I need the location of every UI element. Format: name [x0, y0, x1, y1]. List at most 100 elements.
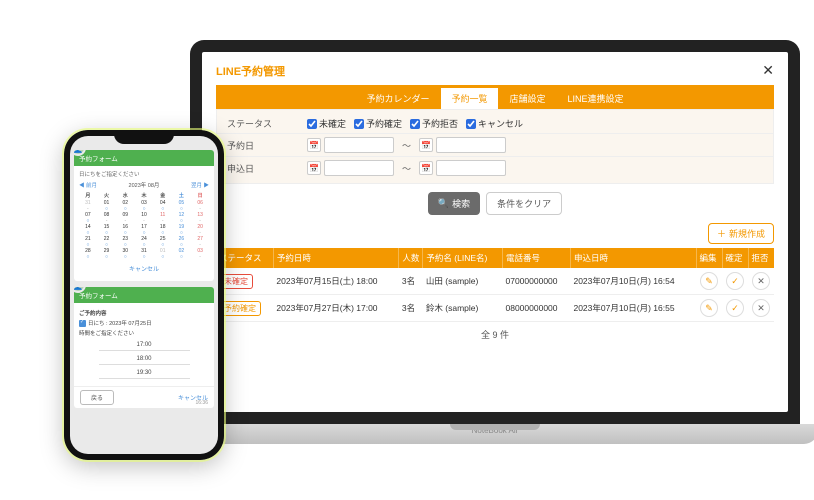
calendar-day[interactable]: 24○ — [135, 237, 153, 248]
dow-header: 月 — [79, 191, 97, 200]
laptop-bezel: LINE予約管理 ✕ 予約カレンダー予約一覧店舗設定LINE連携設定 ステータス… — [190, 40, 800, 424]
card-title: 予約フォーム — [74, 287, 214, 303]
time-label: 時間をご指定ください — [79, 329, 209, 337]
section-label: ご予約内容 — [79, 309, 209, 317]
calendar-day[interactable]: 19○ — [173, 225, 191, 236]
col-header: 予約日時 — [273, 248, 399, 268]
calendar-day[interactable]: 25○ — [154, 237, 172, 248]
calendar-day[interactable]: 01○ — [98, 201, 116, 212]
time-option[interactable]: 18:00 — [99, 354, 190, 365]
cell-applied: 2023年07月10日(月) 16:54 — [570, 268, 696, 295]
new-button[interactable]: ＋新規作成 — [708, 223, 774, 244]
reject-icon[interactable]: ✕ — [752, 299, 770, 317]
confirm-icon[interactable]: ✓ — [726, 272, 744, 290]
dow-header: 金 — [154, 191, 172, 200]
calendar-day[interactable]: 14○ — [79, 225, 97, 236]
calendar-day[interactable]: 06- — [191, 201, 209, 212]
next-month-button[interactable]: 翌月 ▶ — [191, 181, 209, 189]
filter-apply-date-label: 申込日 — [227, 162, 307, 175]
calendar-icon[interactable]: 📅 — [307, 161, 321, 175]
reserve-date-to[interactable] — [436, 137, 506, 153]
confirm-icon[interactable]: ✓ — [726, 299, 744, 317]
card-title: 予約フォーム — [74, 150, 214, 166]
status-badge: 予約確定 — [219, 301, 261, 316]
phone-card-time: 👤 予約フォーム ご予約内容 日にち : 2023年 07月25日 時間をご指定… — [74, 287, 214, 408]
calendar-day[interactable]: 20- — [191, 225, 209, 236]
status-badge: 未確定 — [219, 274, 253, 289]
calendar-day[interactable]: 11- — [154, 213, 172, 224]
calendar-day[interactable]: 23○ — [116, 237, 134, 248]
reservation-table: ステータス予約日時人数予約名 (LINE名)電話番号申込日時編集確定拒否 未確定… — [216, 248, 774, 322]
calendar-day[interactable]: 22○ — [98, 237, 116, 248]
calendar-day[interactable]: 02○ — [116, 201, 134, 212]
app-window: LINE予約管理 ✕ 予約カレンダー予約一覧店舗設定LINE連携設定 ステータス… — [202, 52, 788, 412]
cell-name: 鈴木 (sample) — [423, 295, 503, 322]
calendar-day[interactable]: 03○ — [135, 201, 153, 212]
col-header: 拒否 — [748, 248, 774, 268]
calendar-day[interactable]: 16○ — [116, 225, 134, 236]
col-header: ステータス — [216, 248, 273, 268]
calendar-day[interactable]: 02○ — [173, 249, 191, 260]
calendar-day[interactable]: 15○ — [98, 225, 116, 236]
reserve-date-from[interactable] — [324, 137, 394, 153]
prev-month-button[interactable]: ◀ 前月 — [79, 181, 97, 189]
phone-card-calendar: 👤 予約フォーム 日にちをご指定ください ◀ 前月 2023年 08月 翌月 ▶… — [74, 150, 214, 281]
dow-header: 土 — [173, 191, 191, 200]
calendar-day[interactable]: 03- — [191, 249, 209, 260]
dow-header: 水 — [116, 191, 134, 200]
calendar-day[interactable]: 01○ — [154, 249, 172, 260]
timestamp: 16:36 — [195, 400, 208, 406]
apply-date-to[interactable] — [436, 160, 506, 176]
status-checkbox-1[interactable]: 予約確定 — [354, 117, 402, 130]
calendar-icon[interactable]: 📅 — [419, 161, 433, 175]
calendar-day[interactable]: 31○ — [135, 249, 153, 260]
edit-icon[interactable]: ✎ — [700, 272, 718, 290]
tab-1[interactable]: 予約一覧 — [441, 88, 497, 109]
filter-status-label: ステータス — [227, 117, 307, 130]
status-checkbox-0[interactable]: 未確定 — [307, 117, 346, 130]
cancel-link[interactable]: キャンセル — [79, 260, 209, 277]
calendar-day[interactable]: 09- — [116, 213, 134, 224]
calendar-day[interactable]: 13- — [191, 213, 209, 224]
calendar-day[interactable]: 18○ — [154, 225, 172, 236]
close-icon[interactable]: ✕ — [762, 62, 774, 79]
calendar-day[interactable]: 17○ — [135, 225, 153, 236]
tab-3[interactable]: LINE連携設定 — [558, 88, 634, 109]
edit-icon[interactable]: ✎ — [700, 299, 718, 317]
calendar-day[interactable]: 28○ — [79, 249, 97, 260]
calendar-day[interactable]: 10- — [135, 213, 153, 224]
status-checkbox-2[interactable]: 予約拒否 — [410, 117, 458, 130]
calendar-day[interactable]: 31- — [79, 201, 97, 212]
clear-button[interactable]: 条件をクリア — [486, 192, 562, 215]
col-header: 予約名 (LINE名) — [423, 248, 503, 268]
col-header: 確定 — [722, 248, 748, 268]
table-row: 未確定2023年07月15日(土) 18:003名山田 (sample)0700… — [216, 268, 774, 295]
search-button[interactable]: 🔍検索 — [428, 192, 480, 215]
selected-date-line: 日にち : 2023年 07月25日 — [79, 319, 209, 327]
table-total: 全 9 件 — [216, 322, 774, 347]
status-checkbox-3[interactable]: キャンセル — [466, 117, 523, 130]
phone-screen[interactable]: 👤 予約フォーム 日にちをご指定ください ◀ 前月 2023年 08月 翌月 ▶… — [70, 136, 218, 454]
calendar-icon[interactable]: 📅 — [419, 138, 433, 152]
calendar-day[interactable]: 08- — [98, 213, 116, 224]
laptop-device: LINE予約管理 ✕ 予約カレンダー予約一覧店舗設定LINE連携設定 ステータス… — [190, 40, 800, 444]
calendar-day[interactable]: 26○ — [173, 237, 191, 248]
calendar-day[interactable]: 21○ — [79, 237, 97, 248]
time-option[interactable]: 17:00 — [99, 340, 190, 351]
calendar-day[interactable]: 07○ — [79, 213, 97, 224]
calendar-day[interactable]: 04○ — [154, 201, 172, 212]
time-option[interactable]: 19:30 — [99, 368, 190, 379]
calendar-day[interactable]: 27- — [191, 237, 209, 248]
calendar-day[interactable]: 29○ — [98, 249, 116, 260]
calendar-day[interactable]: 12○ — [173, 213, 191, 224]
plus-icon: ＋ — [717, 227, 726, 240]
calendar-day[interactable]: 05○ — [173, 201, 191, 212]
tab-2[interactable]: 店舗設定 — [500, 88, 556, 109]
calendar-icon[interactable]: 📅 — [307, 138, 321, 152]
apply-date-from[interactable] — [324, 160, 394, 176]
tab-0[interactable]: 予約カレンダー — [356, 88, 439, 109]
phone-device: 👤 予約フォーム 日にちをご指定ください ◀ 前月 2023年 08月 翌月 ▶… — [64, 130, 224, 460]
back-button[interactable]: 戻る — [80, 390, 114, 405]
calendar-day[interactable]: 30○ — [116, 249, 134, 260]
reject-icon[interactable]: ✕ — [752, 272, 770, 290]
